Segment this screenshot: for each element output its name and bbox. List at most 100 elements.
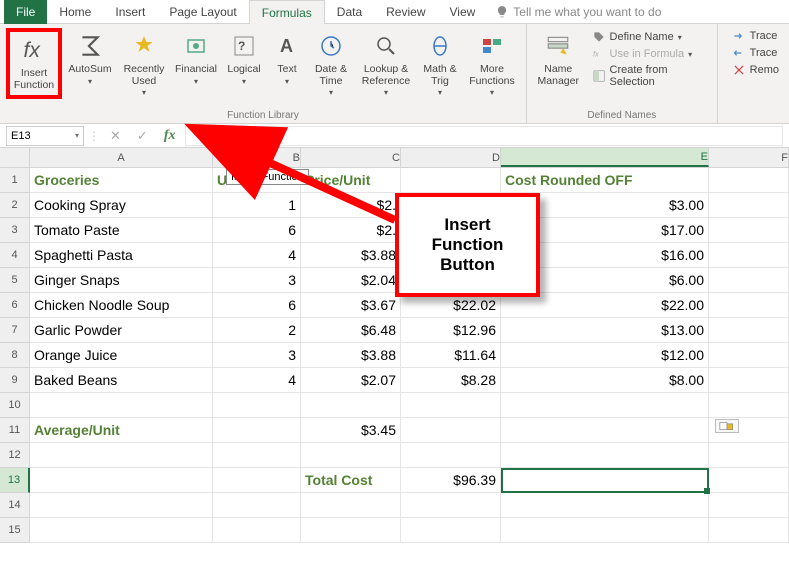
recently-used-button[interactable]: Recently Used▾ [118, 28, 170, 99]
trace-precedents-button[interactable]: Trace [728, 28, 783, 44]
cell[interactable]: $11.64 [401, 343, 501, 368]
row-header[interactable]: 6 [0, 293, 30, 318]
cell-item-name[interactable]: Orange Juice [30, 343, 213, 368]
cell[interactable]: 4 [213, 368, 301, 393]
cell[interactable]: Groceries [30, 168, 213, 193]
cell[interactable] [213, 418, 301, 443]
cell[interactable]: Price/Unit [301, 168, 401, 193]
selected-cell[interactable] [501, 468, 709, 493]
cell[interactable]: $3.67 [301, 293, 401, 318]
col-header-b[interactable]: B [213, 148, 301, 167]
text-button[interactable]: A Text▾ [268, 28, 306, 99]
cell-total-label[interactable]: Total Cost [301, 468, 401, 493]
cell[interactable] [709, 193, 789, 218]
cell[interactable] [30, 468, 213, 493]
cell[interactable]: $12.96 [401, 318, 501, 343]
remove-arrows-button[interactable]: Remo [728, 62, 783, 78]
cell[interactable] [709, 218, 789, 243]
row-header[interactable]: 14 [0, 493, 30, 518]
cell[interactable] [213, 468, 301, 493]
cell[interactable] [401, 168, 501, 193]
row-header[interactable]: 2 [0, 193, 30, 218]
insert-function-button[interactable]: fx InsertFunction [6, 28, 62, 99]
define-name-button[interactable]: Define Name ▾ [588, 29, 711, 45]
row-header[interactable]: 9 [0, 368, 30, 393]
cell[interactable]: $2. [301, 193, 401, 218]
cell[interactable]: 3 [213, 343, 301, 368]
fx-insert-function-icon[interactable]: fx [158, 128, 182, 144]
cell[interactable]: $8.28 [401, 368, 501, 393]
cell[interactable] [709, 318, 789, 343]
row-header[interactable]: 7 [0, 318, 30, 343]
cell-item-name[interactable]: Tomato Paste [30, 218, 213, 243]
row-header[interactable]: 11 [0, 418, 30, 443]
cell[interactable] [401, 493, 501, 518]
cell[interactable]: 4 [213, 243, 301, 268]
tab-home[interactable]: Home [47, 0, 103, 24]
cell[interactable] [709, 368, 789, 393]
cell[interactable] [709, 293, 789, 318]
col-header-a[interactable]: A [30, 148, 213, 167]
tell-me-search[interactable]: Tell me what you want to do [495, 5, 661, 19]
date-time-button[interactable]: Date & Time▾ [308, 28, 354, 99]
cell[interactable]: 3 [213, 268, 301, 293]
financial-button[interactable]: Financial▾ [172, 28, 220, 99]
cell[interactable] [301, 393, 401, 418]
tab-file[interactable]: File [4, 0, 47, 24]
cell[interactable] [501, 518, 709, 543]
row-header[interactable]: 10 [0, 393, 30, 418]
cell[interactable]: $3.88 [301, 243, 401, 268]
cell[interactable] [709, 243, 789, 268]
row-header[interactable]: 8 [0, 343, 30, 368]
cell[interactable] [401, 418, 501, 443]
cell[interactable] [709, 518, 789, 543]
row-header[interactable]: 3 [0, 218, 30, 243]
fill-handle[interactable] [704, 488, 710, 494]
cell-item-name[interactable]: Ginger Snaps [30, 268, 213, 293]
row-header[interactable]: 1 [0, 168, 30, 193]
row-header[interactable]: 5 [0, 268, 30, 293]
logical-button[interactable]: ? Logical▾ [222, 28, 266, 99]
cell[interactable]: $2.04 [301, 268, 401, 293]
cell[interactable] [213, 518, 301, 543]
row-header[interactable]: 4 [0, 243, 30, 268]
cell[interactable] [30, 443, 213, 468]
cell-item-name[interactable]: Garlic Powder [30, 318, 213, 343]
cell[interactable] [30, 493, 213, 518]
cell[interactable] [709, 443, 789, 468]
cell[interactable] [213, 393, 301, 418]
cell-item-name[interactable]: Baked Beans [30, 368, 213, 393]
paste-options-icon[interactable] [715, 419, 739, 433]
cell[interactable]: $6.48 [301, 318, 401, 343]
create-from-selection-button[interactable]: Create from Selection [588, 63, 711, 89]
math-trig-button[interactable]: Math & Trig▾ [418, 28, 462, 99]
cell[interactable]: $96.39 [401, 468, 501, 493]
cell[interactable] [501, 418, 709, 443]
cell[interactable] [501, 393, 709, 418]
cell[interactable]: Cost Rounded OFF [501, 168, 709, 193]
cell[interactable]: $12.00 [501, 343, 709, 368]
cell[interactable] [301, 518, 401, 543]
cell[interactable] [501, 443, 709, 468]
cell[interactable] [709, 168, 789, 193]
tab-insert[interactable]: Insert [103, 0, 157, 24]
cell[interactable]: $3.88 [301, 343, 401, 368]
formula-bar-input[interactable] [185, 126, 783, 146]
tab-review[interactable]: Review [374, 0, 437, 24]
cell[interactable]: 6 [213, 218, 301, 243]
more-functions-button[interactable]: More Functions▾ [464, 28, 520, 99]
name-box[interactable]: E13▾ [6, 126, 84, 146]
cell[interactable] [709, 268, 789, 293]
tab-page-layout[interactable]: Page Layout [157, 0, 248, 24]
col-header-d[interactable]: D [401, 148, 501, 167]
cell[interactable] [301, 443, 401, 468]
name-manager-button[interactable]: Name Manager [533, 28, 584, 89]
cell[interactable]: $3.45 [301, 418, 401, 443]
cell[interactable] [401, 518, 501, 543]
cell[interactable] [301, 493, 401, 518]
col-header-e[interactable]: E [501, 148, 709, 167]
use-in-formula-button[interactable]: fx Use in Formula ▾ [588, 46, 711, 62]
cell-item-name[interactable]: Spaghetti Pasta [30, 243, 213, 268]
cell[interactable] [213, 493, 301, 518]
cell[interactable] [30, 518, 213, 543]
